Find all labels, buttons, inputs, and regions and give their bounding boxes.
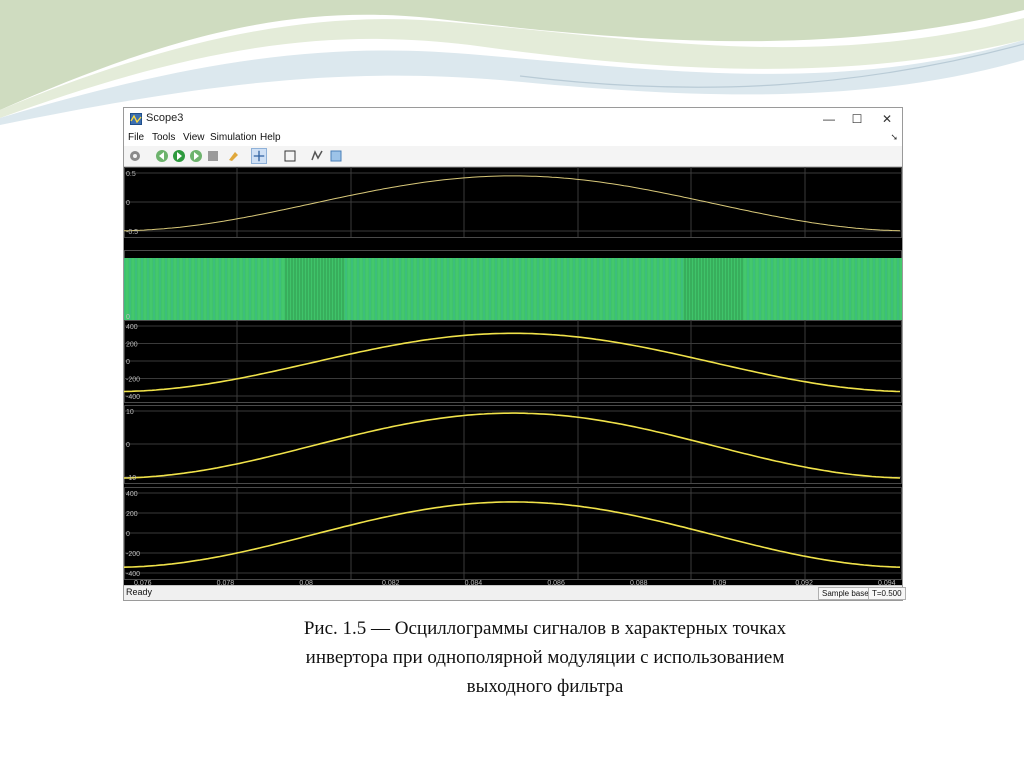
highlight-icon[interactable] xyxy=(226,148,242,164)
y-tick-label: -0.5 xyxy=(126,229,138,236)
menu-file[interactable]: File xyxy=(128,132,144,143)
y-tick-label: -200 xyxy=(126,377,140,384)
y-tick-label: -10 xyxy=(126,475,136,482)
step-back-icon[interactable] xyxy=(154,148,170,164)
y-tick-label: 0 xyxy=(126,359,130,366)
y-tick-label: 0.5 xyxy=(126,171,136,178)
run-icon[interactable] xyxy=(171,148,187,164)
menu-simulation[interactable]: Simulation xyxy=(210,132,257,143)
y-tick-label: 400 xyxy=(126,491,138,498)
y-tick-label: 0 xyxy=(126,314,130,321)
style-icon[interactable] xyxy=(328,148,344,164)
waveform-trace-3 xyxy=(124,332,901,393)
scope-display[interactable]: 0.5 0 -0.5 0 400 200 0 -200 -400 10 0 -10 400 200 0 -20… xyxy=(124,167,902,587)
figure-caption: Рис. 1.5 — Осциллограммы сигналов в хара… xyxy=(150,614,940,701)
y-tick-label: 0 xyxy=(126,442,130,449)
waveform-trace-1 xyxy=(124,175,901,232)
status-ready: Ready xyxy=(126,587,153,597)
y-tick-label: 200 xyxy=(126,342,138,349)
minimize-button[interactable]: — xyxy=(816,110,842,128)
maximize-button[interactable]: ☐ xyxy=(844,110,870,128)
caption-line-3: выходного фильтра xyxy=(466,676,624,697)
y-tick-label: 0 xyxy=(126,531,130,538)
y-tick-label: 400 xyxy=(126,324,138,331)
window-title: Scope3 xyxy=(146,112,184,124)
waveform-trace-5 xyxy=(124,501,901,568)
menu-tools[interactable]: Tools xyxy=(152,132,175,143)
scope-plot-area[interactable]: 0.5 0 -0.5 0 400 200 0 -200 -400 10 0 -10 400 200 0 -20… xyxy=(124,167,902,587)
caption-line-2: инвертора при однополярной модуляции с и… xyxy=(305,647,785,668)
stop-icon[interactable] xyxy=(205,148,221,164)
status-bar: Ready Sample based T=0.500 xyxy=(124,585,906,600)
scope-window: Scope3 — ☐ ✕ File Tools View Simulation … xyxy=(123,107,906,601)
zoom-icon[interactable] xyxy=(251,148,267,164)
caption-line-1: Рис. 1.5 — Осциллограммы сигналов в хара… xyxy=(303,618,787,639)
step-forward-icon[interactable] xyxy=(188,148,204,164)
simulation-time: T=0.500 xyxy=(868,587,906,600)
close-button[interactable]: ✕ xyxy=(874,110,900,128)
title-bar: Scope3 — ☐ ✕ xyxy=(124,108,902,130)
menu-help[interactable]: Help xyxy=(260,132,281,143)
y-tick-label: 200 xyxy=(126,511,138,518)
menu-overflow-icon[interactable]: ➘ xyxy=(890,132,898,143)
menu-bar: File Tools View Simulation Help ➘ xyxy=(124,130,902,146)
y-tick-label: -200 xyxy=(126,551,140,558)
fit-axes-icon[interactable] xyxy=(282,148,298,164)
waveform-trace-4 xyxy=(124,412,901,479)
triggers-icon[interactable] xyxy=(309,148,325,164)
toolbar xyxy=(124,146,902,167)
gear-icon[interactable] xyxy=(127,148,143,164)
y-tick-label: -400 xyxy=(126,571,140,578)
y-tick-label: -400 xyxy=(126,394,140,401)
y-tick-label: 10 xyxy=(126,409,134,416)
y-tick-label: 0 xyxy=(126,200,130,207)
menu-view[interactable]: View xyxy=(183,132,205,143)
scope-app-icon xyxy=(130,113,142,125)
